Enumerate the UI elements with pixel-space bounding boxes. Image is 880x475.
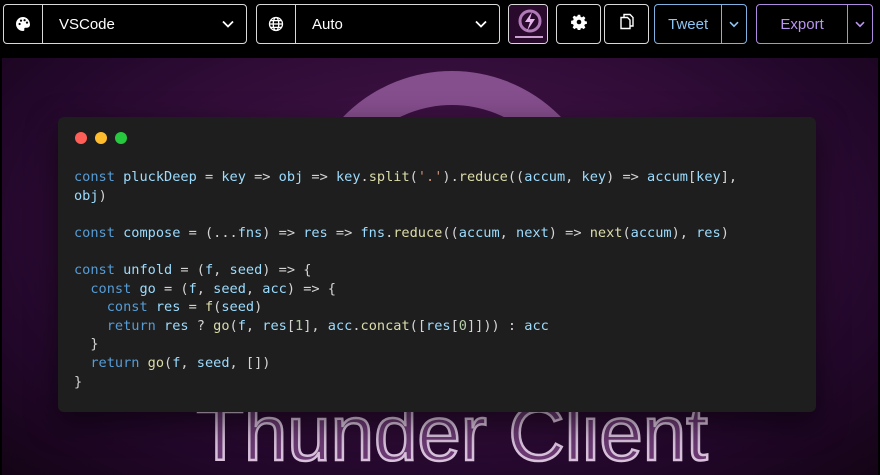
theme-select-value: VSCode [59, 15, 115, 33]
code-line: return res ? go(f, res[1], acc.concat([r… [106, 317, 549, 334]
tweet-button[interactable]: Tweet [655, 5, 723, 43]
code-line: obj) [74, 187, 107, 204]
gear-icon [570, 14, 587, 35]
settings-button[interactable] [556, 4, 601, 44]
chevron-down-icon [210, 5, 246, 43]
code-window: const pluckDeep = key => obj => key.spli… [58, 117, 816, 412]
code-canvas: Thunder Client const pluckDeep = key => … [2, 58, 878, 475]
export-split-button: Export [756, 4, 873, 44]
language-select-value: Auto [312, 15, 343, 33]
maximize-dot-icon [115, 132, 127, 144]
window-controls [75, 132, 127, 144]
toolbar: VSCode Auto Tweet Export [0, 0, 880, 50]
close-dot-icon [75, 132, 87, 144]
tweet-split-button: Tweet [654, 4, 747, 44]
tweet-options-button[interactable] [722, 5, 746, 43]
code-line: const unfold = (f, seed) => { [74, 261, 312, 278]
copy-button[interactable] [604, 4, 649, 44]
chevron-down-icon [729, 21, 739, 27]
chevron-down-icon [463, 5, 499, 43]
code-line: return go(f, seed, []) [90, 354, 271, 371]
code-line: const pluckDeep = key => obj => key.spli… [74, 169, 738, 185]
globe-icon [257, 5, 296, 43]
copy-icon [619, 13, 635, 35]
code-line: } [74, 373, 83, 390]
export-button[interactable]: Export [757, 5, 849, 43]
minimize-dot-icon [95, 132, 107, 144]
palette-icon [4, 5, 43, 43]
background-image-picker[interactable] [508, 4, 548, 44]
code-line: const go = (f, seed, acc) => { [90, 280, 336, 297]
thunder-logo [509, 5, 547, 43]
code-line: } [74, 336, 99, 353]
code-editor[interactable]: const pluckDeep = key => obj => key.spli… [74, 168, 804, 391]
theme-select[interactable]: VSCode [3, 4, 247, 44]
code-line: const res = f(seed) [106, 299, 263, 316]
export-options-button[interactable] [848, 5, 872, 43]
chevron-down-icon [855, 21, 865, 27]
language-select[interactable]: Auto [256, 4, 500, 44]
code-line: const compose = (...fns) => res => fns.r… [74, 224, 729, 241]
